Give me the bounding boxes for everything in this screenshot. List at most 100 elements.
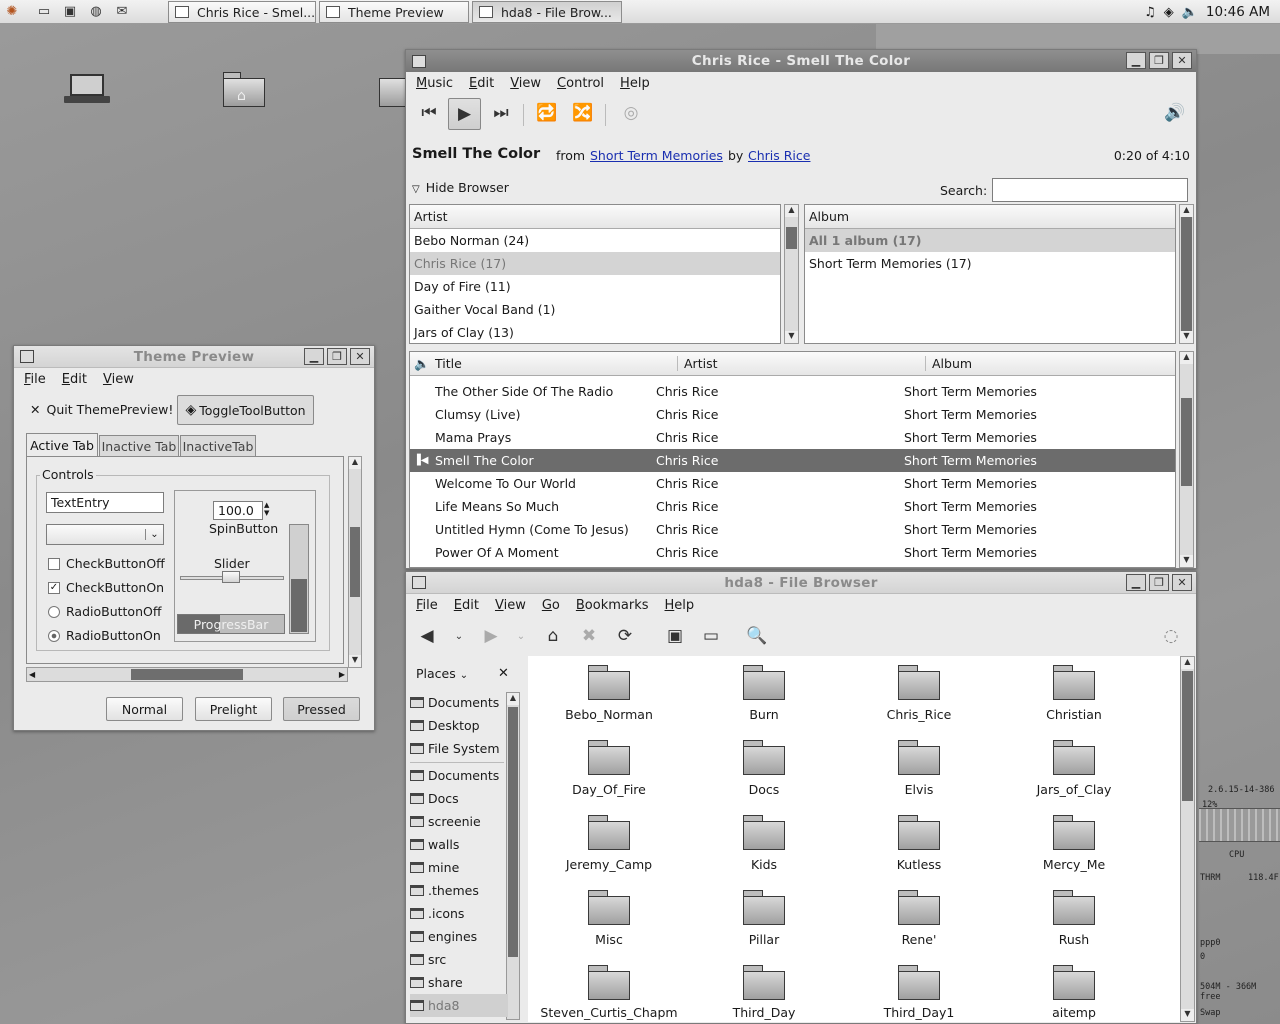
place-item[interactable]: Documents [410,764,508,787]
chevron-down-icon[interactable]: ⌄ [508,624,534,648]
hide-browser-toggle[interactable]: ▽ Hide Browser [412,180,509,195]
scroll-thumb[interactable] [131,669,243,680]
places-selector[interactable]: Places ⌄ [416,666,468,681]
file-browser-titlebar[interactable]: hda8 - File Browser ▁ ❐ ✕ [406,572,1196,594]
scroll-up-icon[interactable]: ▲ [1180,352,1193,364]
check-button-on[interactable]: ✓ [48,582,60,594]
pressed-button[interactable]: Pressed [283,697,360,721]
home-folder-icon[interactable]: ⌂ [223,72,267,108]
artist-column-header[interactable]: Artist [410,205,780,229]
list-item[interactable]: Jars of Clay (13) [410,321,780,343]
place-item[interactable]: Documents [410,691,508,714]
place-item[interactable]: hda8 [410,994,508,1017]
folder-item[interactable]: Jeremy_Camp [534,815,684,872]
toggle-tool-button[interactable]: ◈ ToggleToolButton [177,395,314,425]
scroll-thumb[interactable] [786,227,797,249]
scroll-thumb[interactable] [508,707,518,957]
folder-item[interactable]: Pillar [689,890,839,947]
scroll-down-icon[interactable]: ▼ [1180,331,1193,343]
album-scrollbar[interactable]: ▲ ▼ [1179,204,1194,344]
scroll-down-icon[interactable]: ▼ [785,331,798,343]
theme-hscroll[interactable]: ◀ ▶ [26,667,348,682]
menu-view[interactable]: View [510,76,541,91]
place-item[interactable]: Docs [410,787,508,810]
menu-control[interactable]: Control [557,76,604,91]
folder-item[interactable]: Kids [689,815,839,872]
album-column-header[interactable]: Album [805,205,1175,229]
album-column-header[interactable]: Album [926,356,972,371]
place-item[interactable]: .icons [410,902,508,925]
folder-item[interactable]: Third_Day [689,965,839,1020]
drive-icon[interactable]: ▭ [34,3,54,21]
maximize-icon[interactable]: ❐ [327,348,347,365]
task-theme-preview[interactable]: Theme Preview [319,1,469,23]
scroll-up-icon[interactable]: ▲ [1181,657,1194,669]
menu-go[interactable]: Go [542,598,560,613]
menu-edit[interactable]: Edit [62,372,87,387]
browser-icon[interactable]: ◍ [86,3,106,21]
computer-icon[interactable] [64,74,110,106]
folder-item[interactable]: Jars_of_Clay [999,740,1149,797]
maximize-icon[interactable]: ❐ [1149,52,1169,69]
list-item[interactable]: Day of Fire (11) [410,275,780,298]
scroll-thumb[interactable] [350,527,360,597]
search-icon[interactable]: 🔍 [744,624,770,648]
scroll-down-icon[interactable]: ▼ [1181,1009,1194,1021]
table-row[interactable]: ▐◀ Smell The Color Chris Rice Short Term Me… [410,449,1175,472]
text-entry[interactable]: TextEntry [46,492,164,513]
home-folder-icon[interactable]: ▣ [662,624,688,648]
list-item[interactable]: Short Term Memories (17) [805,252,1175,275]
terminal-icon[interactable]: ▣ [60,3,80,21]
table-row[interactable]: Life Means So Much Chris Rice Short Term M… [410,495,1175,518]
ubuntu-menu-icon[interactable]: ✺ [2,3,22,21]
table-row[interactable]: Clumsy (Live) Chris Rice Short Term Memori… [410,403,1175,426]
title-column-header[interactable]: Title [435,356,678,371]
folder-item[interactable]: Mercy_Me [999,815,1149,872]
check-button-off[interactable] [48,558,60,570]
list-item[interactable]: Gaither Vocal Band (1) [410,298,780,321]
list-item[interactable]: Chris Rice (17) [410,252,780,275]
place-item[interactable]: Desktop [410,714,508,737]
quit-button[interactable]: ✕ Quit ThemePreview! [30,402,173,417]
tab-inactive[interactable]: Inactive Tab [99,435,179,457]
folder-item[interactable]: Bebo_Norman [534,665,684,722]
close-sidebar-icon[interactable]: ✕ [498,666,509,681]
folder-item[interactable]: Christian [999,665,1149,722]
place-item[interactable]: walls [410,833,508,856]
music-titlebar[interactable]: Chris Rice - Smell The Color ▁ ❐ ✕ [406,50,1196,72]
scroll-right-icon[interactable]: ▶ [339,670,345,679]
slider-handle[interactable] [222,571,240,583]
close-icon[interactable]: ✕ [1172,574,1192,591]
table-row[interactable]: Welcome To Our World Chris Rice Short Term… [410,472,1175,495]
places-scrollbar[interactable]: ▲ [506,692,520,1020]
folder-item[interactable]: aitemp [999,965,1149,1020]
radio-button-off[interactable] [48,606,60,618]
table-row[interactable]: The Other Side Of The Radio Chris Rice Sho… [410,380,1175,403]
menu-file[interactable]: File [416,598,438,613]
radio-button-on[interactable] [48,630,60,642]
artist-link[interactable]: Chris Rice [748,148,810,163]
disc-icon[interactable]: ◎ [618,101,644,125]
artist-column-header[interactable]: Artist [678,356,926,371]
menu-help[interactable]: Help [665,598,695,613]
artist-scrollbar[interactable]: ▲ ▼ [784,204,799,344]
minimize-icon[interactable]: ▁ [304,348,324,365]
place-item[interactable]: .themes [410,879,508,902]
list-item[interactable]: All 1 album (17) [805,229,1175,252]
scroll-down-icon[interactable]: ▼ [349,655,361,667]
volume-icon[interactable]: 🔊 [1162,101,1188,125]
vertical-scale[interactable] [289,524,309,634]
track-scrollbar[interactable]: ▲ ▼ [1179,351,1194,568]
place-item[interactable]: screenie [410,810,508,833]
menu-help[interactable]: Help [620,76,650,91]
reload-icon[interactable]: ⟳ [612,624,638,648]
close-icon[interactable]: ✕ [350,348,370,365]
album-link[interactable]: Short Term Memories [590,148,723,163]
menu-view[interactable]: View [495,598,526,613]
theme-vscroll[interactable]: ▲ ▼ [348,456,362,668]
next-icon[interactable]: ⏭ [488,101,514,125]
scroll-up-icon[interactable]: ▲ [785,205,798,217]
close-icon[interactable]: ✕ [1172,52,1192,69]
scroll-up-icon[interactable]: ▲ [349,457,361,469]
combo-box[interactable]: ⌄ [46,524,164,545]
